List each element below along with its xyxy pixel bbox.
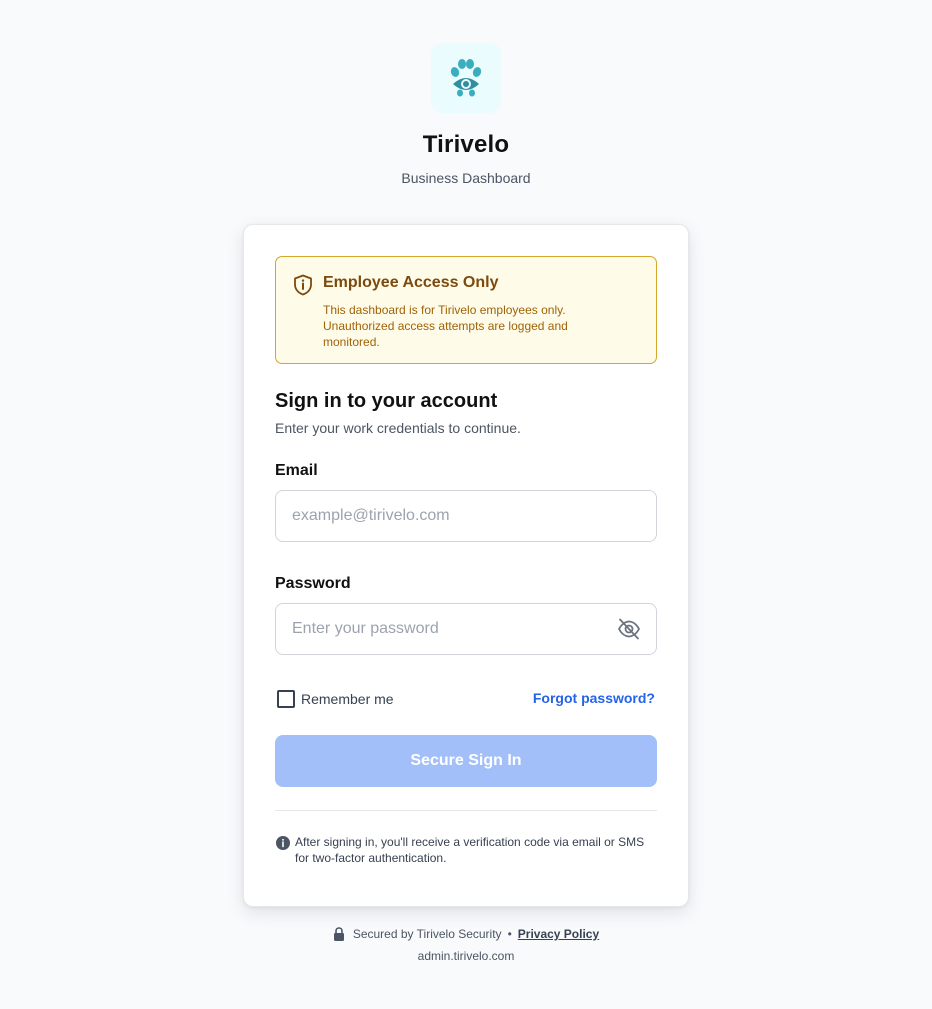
two-factor-info: After signing in, you'll receive a verif… xyxy=(295,835,645,865)
divider xyxy=(275,810,657,811)
footer-separator: • xyxy=(507,927,512,941)
eye-off-icon xyxy=(618,618,640,640)
brand-subtitle: Business Dashboard xyxy=(401,170,531,186)
password-visibility-toggle[interactable] xyxy=(615,617,643,641)
password-field[interactable] xyxy=(275,603,657,655)
forgot-password-link[interactable]: Forgot password? xyxy=(533,690,655,706)
remember-me-label: Remember me xyxy=(301,691,394,707)
password-label: Password xyxy=(275,575,351,592)
paw-eye-icon xyxy=(450,59,482,97)
login-page: Tirivelo Business Dashboard Employee Acc… xyxy=(0,0,932,1009)
privacy-policy-link[interactable]: Privacy Policy xyxy=(518,927,599,941)
info-icon xyxy=(276,836,290,850)
employee-access-alert: Employee Access Only This dashboard is f… xyxy=(275,256,657,364)
secure-sign-in-button[interactable]: Secure Sign In xyxy=(275,735,657,787)
footer-domain: admin.tirivelo.com xyxy=(417,949,515,963)
alert-message: This dashboard is for Tirivelo employees… xyxy=(323,303,568,349)
alert-title: Employee Access Only xyxy=(323,274,499,291)
shield-info-icon xyxy=(294,274,312,296)
email-label: Email xyxy=(275,462,318,479)
lock-icon xyxy=(333,927,344,941)
signin-heading: Sign in to your account xyxy=(275,390,498,412)
signin-subheading: Enter your work credentials to continue. xyxy=(275,420,521,436)
brand-name: Tirivelo xyxy=(422,131,510,158)
login-card: Employee Access Only This dashboard is f… xyxy=(243,224,689,907)
remember-me[interactable]: Remember me xyxy=(277,690,394,708)
brand-logo xyxy=(431,43,501,113)
remember-me-checkbox[interactable] xyxy=(277,690,295,708)
email-field[interactable] xyxy=(275,490,657,542)
footer-security: Secured by Tirivelo Security • Privacy P… xyxy=(0,927,932,941)
secured-by-text: Secured by Tirivelo Security xyxy=(352,927,502,941)
